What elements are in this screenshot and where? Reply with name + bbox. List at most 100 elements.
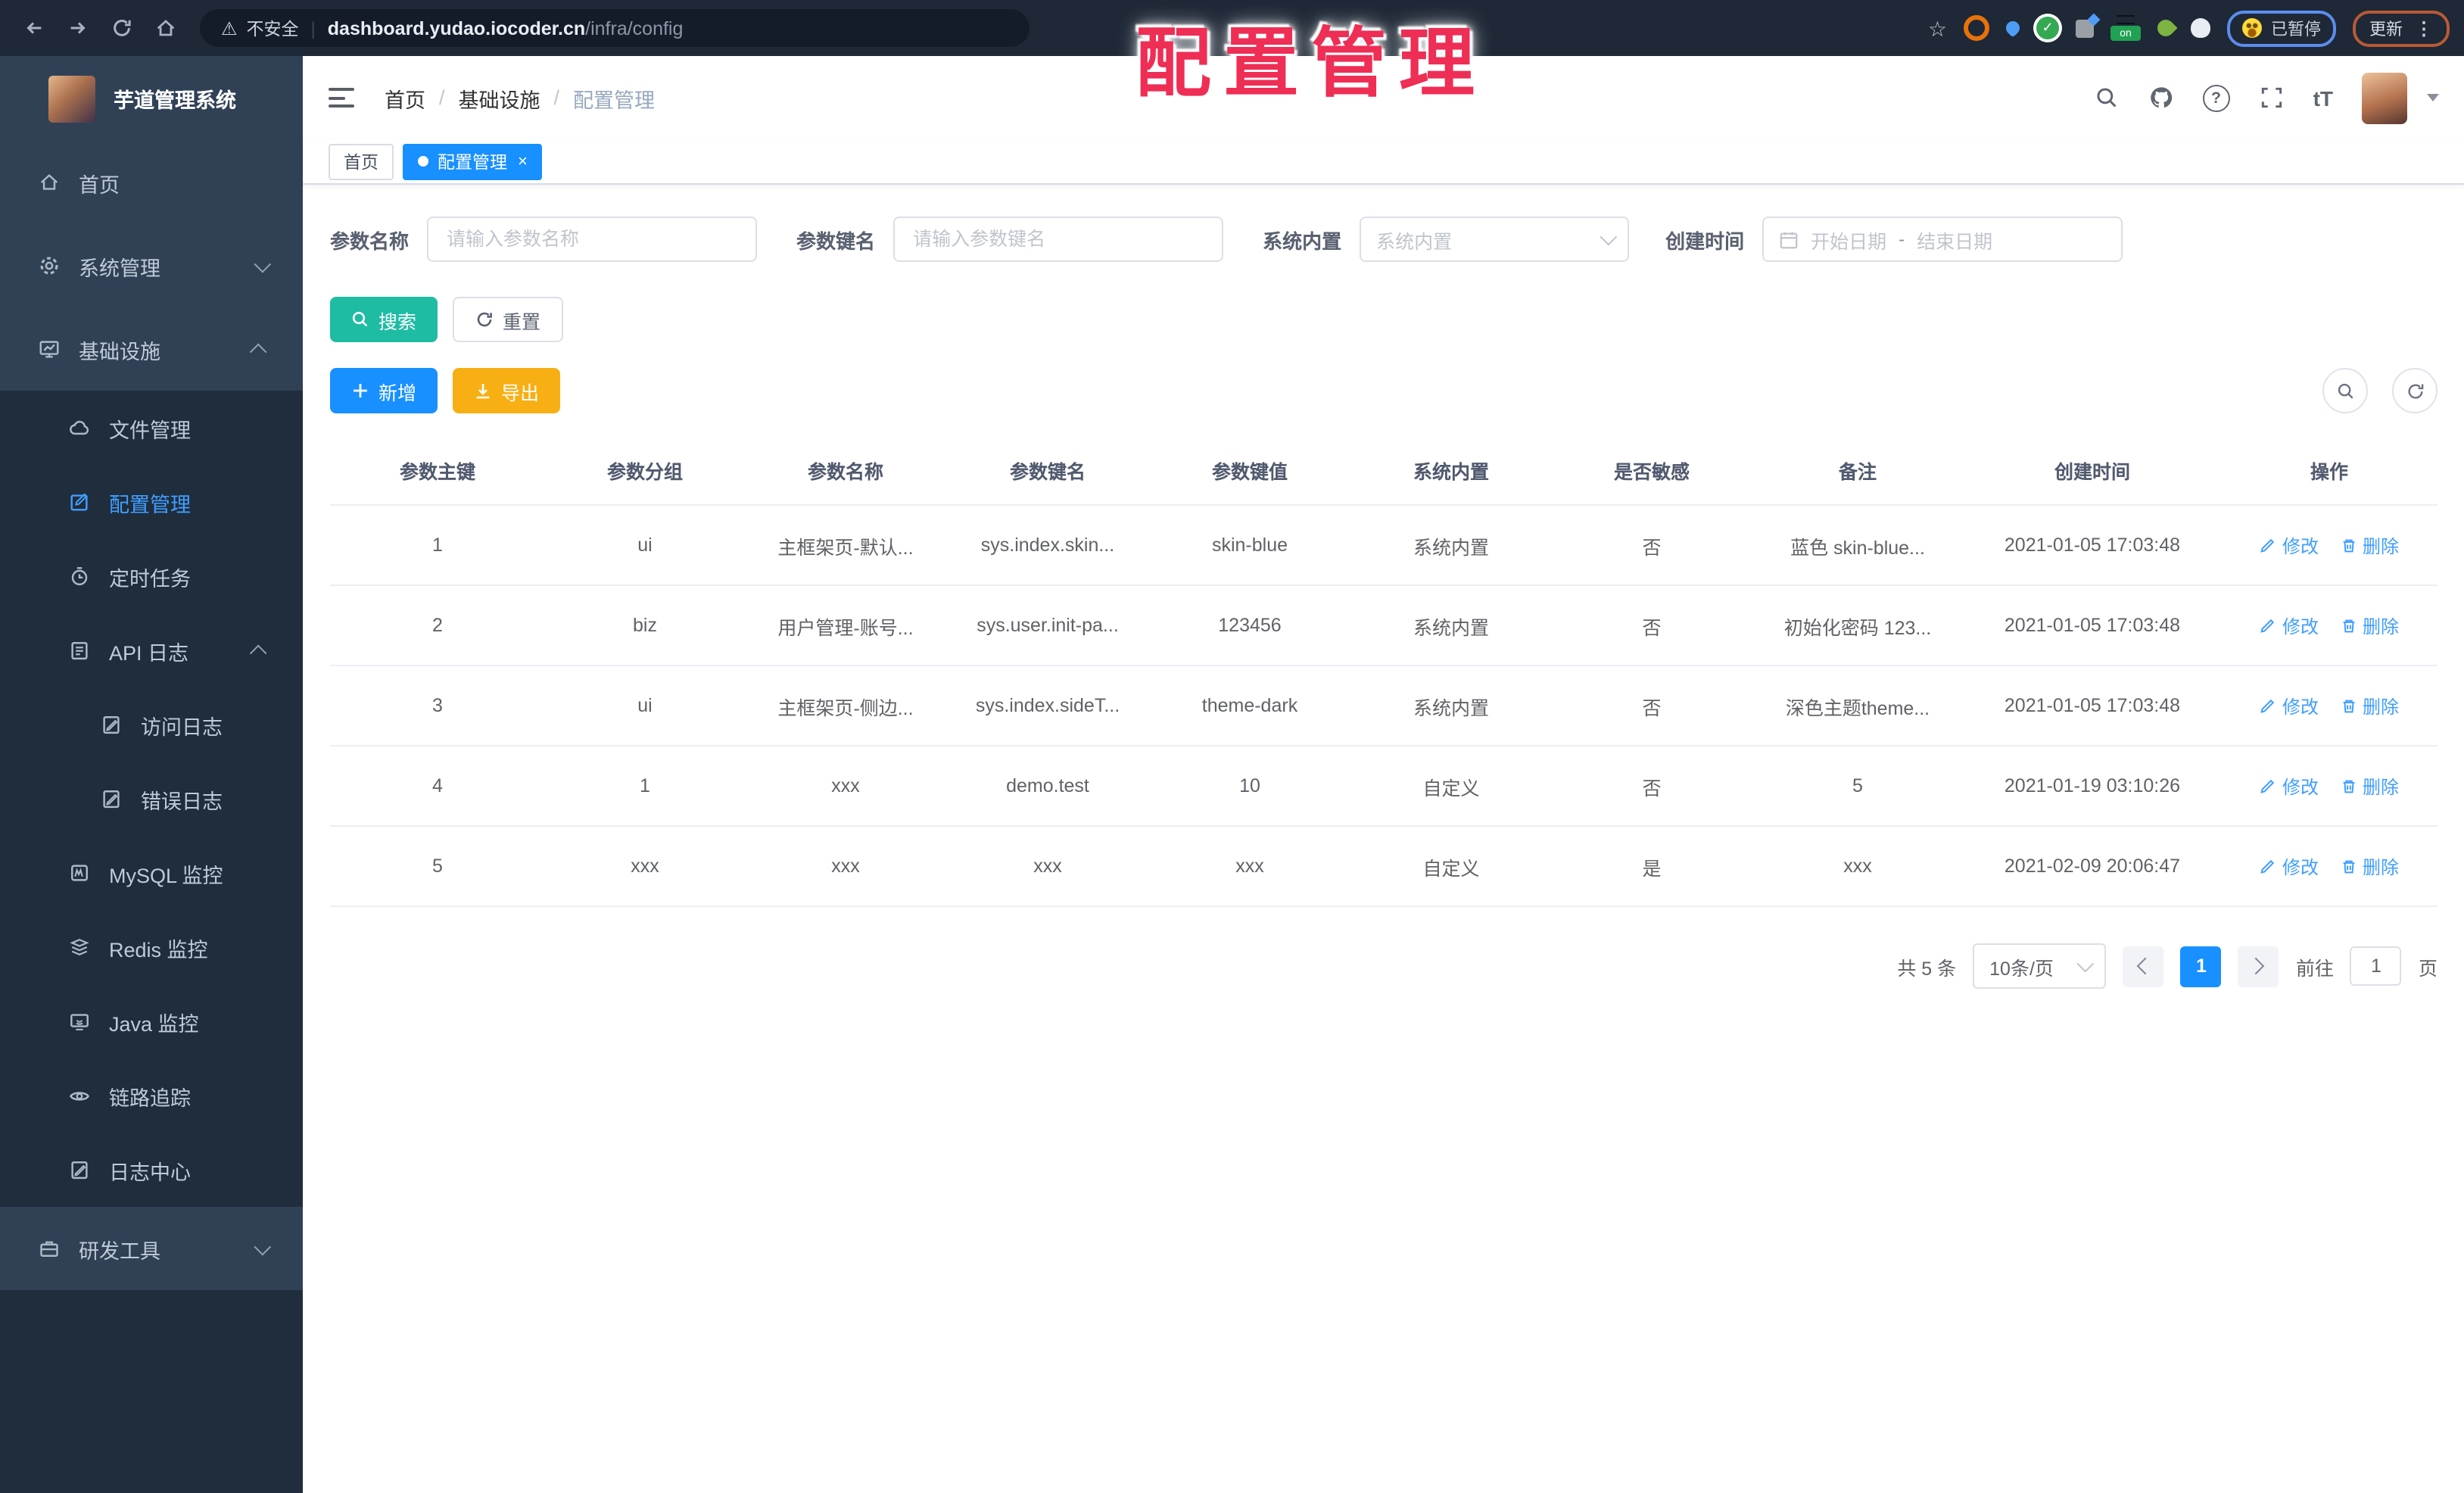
chevron-up-icon (249, 342, 267, 360)
sidebar-item-infra[interactable]: 基础设施 (0, 307, 303, 391)
breadcrumb-separator: / (553, 86, 560, 109)
delete-link[interactable]: 删除 (2340, 612, 2399, 638)
home-icon (38, 171, 61, 194)
current-page[interactable]: 1 (2180, 946, 2222, 987)
extension-sprout-icon[interactable] (2154, 16, 2178, 40)
search-buttons-row: 搜索 重置 (330, 297, 2438, 342)
col-value: 参数键值 (1149, 436, 1350, 506)
sidebar-item-access-logs[interactable]: 访问日志 (0, 687, 303, 762)
chevron-down-icon (2077, 955, 2095, 973)
chevron-down-icon (254, 1237, 272, 1255)
col-name: 参数名称 (745, 436, 946, 506)
delete-link[interactable]: 删除 (2340, 773, 2399, 799)
sidebar-item-file-management[interactable]: 文件管理 (0, 391, 303, 465)
home-icon[interactable] (147, 9, 185, 47)
update-label: 更新 (2369, 20, 2403, 39)
screen: ⚠ 不安全 | dashboard.yudao.iocoder.cn/infra… (0, 0, 2464, 1493)
sidebar-item-home[interactable]: 首页 (0, 141, 303, 224)
sidebar-item-config-management[interactable]: 配置管理 (0, 465, 303, 539)
prev-page-button[interactable] (2123, 946, 2164, 987)
breadcrumb-infra[interactable]: 基础设施 (459, 83, 540, 113)
hamburger-icon[interactable] (329, 88, 354, 108)
sidebar-item-dev-tools[interactable]: 研发工具 (0, 1207, 303, 1290)
builtin-select[interactable]: 系统内置 (1360, 217, 1630, 262)
tag-home[interactable]: 首页 (329, 143, 394, 179)
edit-link[interactable]: 修改 (2260, 532, 2319, 558)
close-icon[interactable]: × (518, 152, 528, 170)
sidebar-item-system[interactable]: 系统管理 (0, 224, 303, 307)
extension-paw-icon[interactable] (2191, 18, 2210, 38)
sidebar-item-mysql-monitor[interactable]: MySQL 监控 (0, 836, 303, 910)
delete-link[interactable]: 删除 (2340, 532, 2399, 558)
extension-puzzle-icon[interactable] (2076, 12, 2101, 37)
table-toolbar-row: 新增 导出 (330, 368, 2438, 413)
sidebar-item-error-logs[interactable]: 错误日志 (0, 762, 303, 836)
refresh-button[interactable] (2392, 368, 2438, 413)
add-button[interactable]: 新增 (330, 368, 438, 413)
filter-form: 参数名称 参数键名 系统内置 系统内置 创建时间 开始日期 - 结束日期 (330, 217, 2438, 262)
forward-icon[interactable] (59, 9, 97, 47)
col-actions: 操作 (2221, 436, 2438, 506)
security-warning[interactable]: ⚠ 不安全 (221, 16, 299, 40)
col-created: 创建时间 (1964, 436, 2221, 506)
sidebar-item-java-monitor[interactable]: Java 监控 (0, 984, 303, 1058)
edit-link[interactable]: 修改 (2260, 853, 2319, 879)
bookmark-star-icon[interactable]: ☆ (1928, 17, 1947, 39)
goto-page-input[interactable] (2350, 946, 2402, 986)
pagination: 共 5 条 10条/页 1 前往 页 (330, 943, 2438, 989)
table-row: 2 biz 用户管理-账号... sys.user.init-pa... 12345… (330, 585, 2438, 666)
reset-button[interactable]: 重置 (453, 297, 564, 342)
help-icon[interactable]: ? (2202, 84, 2230, 111)
chrome-extensions: ☆ ✓ on 已暂停 更新 ⋮ (1928, 10, 2450, 46)
avatar-caret-icon[interactable] (2427, 94, 2439, 101)
reload-icon[interactable] (103, 9, 141, 47)
extension-check-icon[interactable]: ✓ (2036, 17, 2059, 39)
page-content: 参数名称 参数键名 系统内置 系统内置 创建时间 开始日期 - 结束日期 (303, 185, 2464, 989)
timer-icon (68, 565, 91, 588)
start-date-placeholder: 开始日期 (1811, 231, 1887, 252)
sidebar-item-tracing[interactable]: 链路追踪 (0, 1058, 303, 1133)
tag-config-management[interactable]: 配置管理 × (403, 143, 543, 179)
url-text: dashboard.yudao.iocoder.cn/infra/config (328, 17, 684, 39)
table-header-row: 参数主键 参数分组 参数名称 参数键名 参数键值 系统内置 是否敏感 备注 创建… (330, 436, 2438, 506)
address-bar[interactable]: ⚠ 不安全 | dashboard.yudao.iocoder.cn/infra… (200, 9, 1030, 47)
param-key-input[interactable] (893, 217, 1224, 262)
browser-update-button[interactable]: 更新 ⋮ (2353, 10, 2450, 46)
sidebar-submenu-infra: 文件管理 配置管理 定时任务 API 日志 访问日志 错误日志 MySQL 监控… (0, 391, 303, 1207)
col-remark: 备注 (1752, 436, 1964, 506)
user-avatar[interactable] (2362, 72, 2407, 123)
extension-on-icon[interactable]: on (2110, 15, 2141, 41)
sidebar-item-scheduled-tasks[interactable]: 定时任务 (0, 539, 303, 613)
search-button[interactable]: 搜索 (330, 297, 438, 342)
paused-extension-badge[interactable]: 已暂停 (2227, 10, 2336, 46)
edit-link[interactable]: 修改 (2260, 693, 2319, 718)
back-icon[interactable] (15, 9, 53, 47)
font-size-icon[interactable]: tT (2313, 86, 2333, 110)
briefcase-icon (38, 1237, 61, 1260)
param-name-input[interactable] (427, 217, 758, 262)
sidebar-item-redis-monitor[interactable]: Redis 监控 (0, 910, 303, 984)
edit-link[interactable]: 修改 (2260, 612, 2319, 638)
extension-pin-icon[interactable] (2003, 18, 2023, 38)
github-icon[interactable] (2148, 85, 2174, 111)
warning-icon: ⚠ (221, 17, 238, 39)
browser-menu-icon[interactable]: ⋮ (2415, 19, 2433, 37)
active-dot-icon (418, 156, 428, 167)
extension-ring-icon[interactable] (1964, 15, 1989, 41)
delete-link[interactable]: 删除 (2340, 853, 2399, 879)
search-icon[interactable] (2094, 85, 2120, 111)
delete-link[interactable]: 删除 (2340, 693, 2399, 718)
fullscreen-icon[interactable] (2259, 85, 2285, 111)
chevron-down-icon (1600, 228, 1618, 246)
toggle-search-button[interactable] (2322, 368, 2368, 413)
table-row: 5 xxx xxx xxx xxx 自定义 是 xxx 2021-02-09 20:06… (330, 826, 2438, 907)
date-range-picker[interactable]: 开始日期 - 结束日期 (1762, 217, 2123, 262)
sidebar-item-log-center[interactable]: 日志中心 (0, 1133, 303, 1207)
total-count: 共 5 条 (1897, 958, 1957, 979)
sidebar-item-api-logs[interactable]: API 日志 (0, 613, 303, 687)
page-size-select[interactable]: 10条/页 (1973, 943, 2107, 989)
edit-link[interactable]: 修改 (2260, 773, 2319, 799)
next-page-button[interactable] (2238, 946, 2279, 987)
breadcrumb-home[interactable]: 首页 (385, 83, 425, 113)
export-button[interactable]: 导出 (453, 368, 561, 413)
